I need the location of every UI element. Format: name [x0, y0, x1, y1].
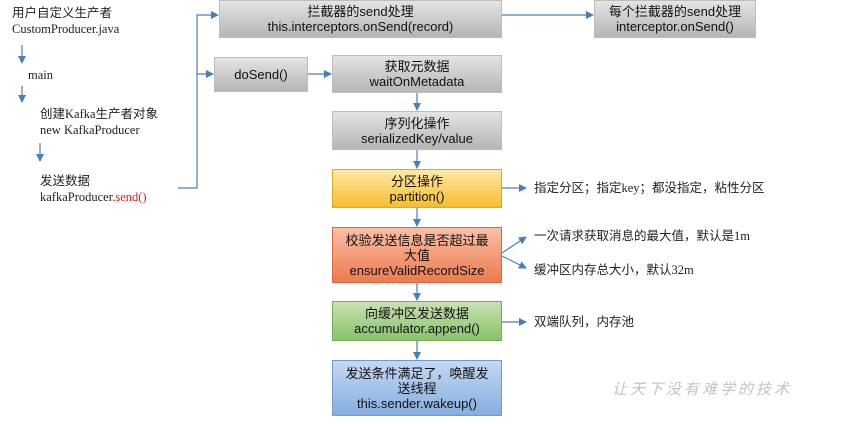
custom-producer-title-line2: CustomProducer.java: [12, 22, 120, 36]
append-line1: 向缓冲区发送数据: [364, 306, 469, 321]
metadata-line2: waitOnMetadata: [369, 74, 465, 89]
send-data-line2: kafkaProducer.send(): [40, 189, 147, 205]
watermark-text: 让天下没有难学的技术: [612, 380, 793, 398]
create-producer-line2: new KafkaProducer: [40, 123, 140, 137]
serialize-box: 序列化操作 serializedKey/value: [332, 111, 502, 150]
deque-note: 双端队列，内存池: [534, 315, 635, 329]
wakeup-box: 发送条件满足了，唤醒发 送线程 this.sender.wakeup(): [332, 360, 502, 416]
interceptors-box: 拦截器的send处理 this.interceptors.onSend(reco…: [219, 0, 502, 38]
partition-box: 分区操作 partition(): [332, 169, 502, 208]
buffer-size-note: 缓冲区内存总大小，默认32m: [534, 263, 694, 277]
metadata-line1: 获取元数据: [384, 59, 450, 74]
wakeup-line3: this.sender.wakeup(): [357, 395, 477, 411]
create-producer-line1: 创建Kafka生产者对象: [40, 107, 159, 121]
custom-producer-title-line1: 用户自定义生产者: [12, 6, 113, 20]
send-data-line1: 发送数据: [40, 174, 91, 188]
validate-line3: ensureValidRecordSize: [349, 262, 485, 278]
each-interceptor-box: 每个拦截器的send处理 interceptor.onSend(): [594, 0, 756, 38]
send-method: send(): [115, 190, 147, 204]
each-interceptor-line1: 每个拦截器的send处理: [608, 4, 742, 19]
validate-box: 校验发送信息是否超过最 大值 ensureValidRecordSize: [332, 227, 502, 283]
metadata-box: 获取元数据 waitOnMetadata: [332, 55, 502, 93]
validate-line1: 校验发送信息是否超过最: [345, 232, 489, 248]
partition-line2: partition(): [389, 188, 445, 204]
validate-line2: 大值: [403, 247, 430, 263]
arrow-validate-note-2: [501, 255, 527, 269]
send-data-label: 发送数据 kafkaProducer.send(): [40, 173, 147, 205]
wakeup-line2: 送线程: [397, 380, 437, 396]
append-line2: accumulator.append(): [354, 321, 480, 336]
send-prefix: kafkaProducer.: [40, 190, 116, 204]
each-interceptor-line2: interceptor.onSend(): [616, 19, 734, 34]
create-producer-label: 创建Kafka生产者对象 new KafkaProducer: [40, 106, 158, 138]
dosend-box: doSend(): [214, 57, 308, 92]
partition-line1: 分区操作: [390, 173, 443, 189]
serialize-line2: serializedKey/value: [360, 130, 473, 146]
request-max-note: 一次请求获取消息的最大值，默认是1m: [534, 229, 750, 243]
custom-producer-title: 用户自定义生产者 CustomProducer.java: [12, 5, 119, 37]
append-box: 向缓冲区发送数据 accumulator.append(): [332, 301, 502, 341]
wakeup-line1: 发送条件满足了，唤醒发: [345, 365, 489, 381]
partition-note: 指定分区；指定key；都没指定，粘性分区: [534, 181, 765, 195]
arrow-send-to-interceptors: [178, 11, 219, 189]
interceptors-box-line1: 拦截器的send处理: [307, 4, 414, 19]
dosend-label: doSend(): [234, 67, 288, 82]
interceptors-box-line2: this.interceptors.onSend(record): [267, 19, 454, 34]
arrow-validate-note-1: [501, 236, 527, 254]
serialize-line1: 序列化操作: [384, 115, 450, 131]
main-label: main: [28, 68, 53, 82]
